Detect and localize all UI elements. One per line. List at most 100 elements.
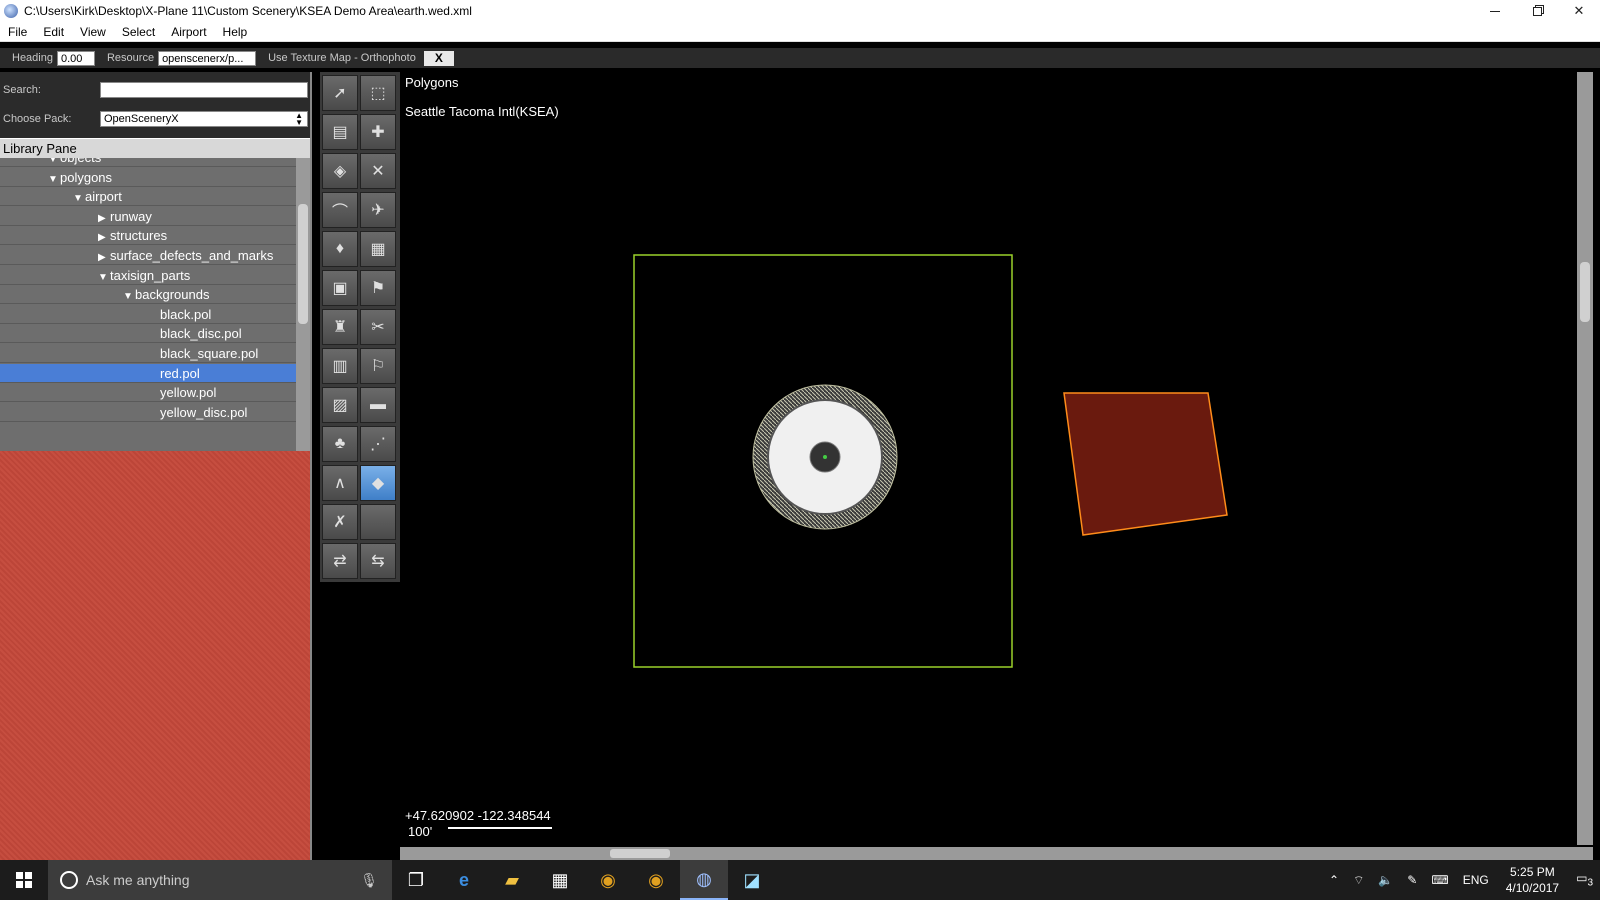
- taxilines-tool[interactable]: ✕: [360, 153, 396, 189]
- map-vscroll-thumb[interactable]: [1580, 262, 1590, 322]
- cursor-coords: +47.620902 -122.348544: [405, 808, 551, 823]
- texture-map-toggle[interactable]: X: [423, 50, 454, 66]
- atc-tool[interactable]: ⚐: [360, 348, 396, 384]
- select-arrows-icon: ▲ ▼: [295, 111, 303, 127]
- tower-tool[interactable]: ♜: [322, 309, 358, 345]
- tree-item[interactable]: ▶ surface_defects_and_marks: [0, 246, 296, 265]
- helipad-tool[interactable]: ✚: [360, 114, 396, 150]
- runway-tool[interactable]: ▤: [322, 114, 358, 150]
- chrome-icon-2[interactable]: ◉: [632, 860, 680, 900]
- tree-item-label: surface_defects_and_marks: [110, 248, 274, 263]
- tree-item[interactable]: ▼ taxisign_parts: [0, 265, 296, 287]
- tree-item[interactable]: ▼ polygons: [0, 167, 296, 189]
- expanded-arrow-icon[interactable]: ▼: [73, 189, 85, 208]
- vertex-tool[interactable]: ➚: [322, 75, 358, 111]
- expanded-arrow-icon[interactable]: ▼: [48, 170, 60, 189]
- heading-field[interactable]: 0.00: [56, 50, 95, 66]
- language-indicator[interactable]: ENG: [1456, 873, 1496, 887]
- microphone-icon[interactable]: 🎙: [360, 872, 378, 889]
- boundary-tool[interactable]: ⌒: [322, 192, 358, 228]
- expanded-arrow-icon[interactable]: ▼: [123, 287, 135, 306]
- map-vscroll[interactable]: [1577, 72, 1593, 845]
- object-tool[interactable]: ▣: [322, 270, 358, 306]
- notification-count: 3: [1587, 877, 1593, 889]
- marquee-tool[interactable]: ⬚: [360, 75, 396, 111]
- cortana-search[interactable]: Ask me anything 🎙: [48, 860, 392, 900]
- facade-tool[interactable]: ▥: [322, 348, 358, 384]
- menu-select[interactable]: Select: [114, 25, 163, 39]
- exclusion-tool[interactable]: ✗: [322, 504, 358, 540]
- tree-item[interactable]: ▼ backgrounds: [0, 285, 296, 306]
- tree-item[interactable]: ▶ runway: [0, 206, 296, 228]
- tree-tool[interactable]: ♣: [322, 426, 358, 462]
- minimize-button[interactable]: [1474, 0, 1516, 22]
- expanded-arrow-icon[interactable]: ▼: [98, 268, 110, 287]
- library-vscroll-thumb[interactable]: [298, 204, 308, 324]
- menu-bar: File Edit View Select Airport Help: [0, 22, 1600, 42]
- tree-item[interactable]: red.pol: [0, 363, 296, 383]
- tree-item[interactable]: black.pol: [0, 304, 296, 324]
- line-tool[interactable]: ⋰: [360, 426, 396, 462]
- edge-icon[interactable]: e: [440, 860, 488, 900]
- menu-help[interactable]: Help: [215, 25, 256, 39]
- menu-view[interactable]: View: [72, 25, 114, 39]
- tree-item[interactable]: yellow.pol: [0, 383, 296, 403]
- taxiway-tool[interactable]: ◈: [322, 153, 358, 189]
- resource-field[interactable]: openscenerx/p...: [158, 50, 257, 66]
- light-tool[interactable]: ♦: [322, 231, 358, 267]
- sign-icon: ▦: [370, 241, 386, 258]
- tree-item[interactable]: ▶ structures: [0, 226, 296, 247]
- map-hscroll-thumb[interactable]: [610, 849, 670, 858]
- tree-item[interactable]: black_square.pol: [0, 344, 296, 363]
- route-tool[interactable]: ⇄: [322, 543, 358, 579]
- menu-edit[interactable]: Edit: [35, 25, 72, 39]
- keyboard-icon[interactable]: ⌨: [1424, 873, 1455, 887]
- file-explorer-icon[interactable]: ▰: [488, 860, 536, 900]
- tree-item[interactable]: ▼ airport: [0, 187, 296, 208]
- truck-tool[interactable]: ✂: [360, 309, 396, 345]
- menu-airport[interactable]: Airport: [163, 25, 214, 39]
- wed-app-icon[interactable]: ◍: [680, 860, 728, 900]
- collapsed-arrow-icon[interactable]: ▶: [98, 248, 110, 267]
- store-icon[interactable]: ▦: [536, 860, 584, 900]
- helipad-object[interactable]: [752, 384, 898, 530]
- draped-polygon-red[interactable]: [1063, 392, 1228, 536]
- close-button[interactable]: ✕: [1558, 0, 1600, 22]
- start-button[interactable]: [0, 860, 48, 900]
- menu-file[interactable]: File: [0, 25, 35, 39]
- network-icon[interactable]: ⌔: [1346, 873, 1371, 888]
- chrome-icon[interactable]: ◉: [584, 860, 632, 900]
- pen-icon[interactable]: ✎: [1400, 873, 1424, 887]
- blank-tool[interactable]: [360, 504, 396, 540]
- task-view-icon[interactable]: ❐: [392, 860, 440, 900]
- notifications-icon[interactable]: ▭3: [1569, 871, 1600, 888]
- ramp-start-tool[interactable]: ✈: [360, 192, 396, 228]
- sign-tool[interactable]: ▦: [360, 231, 396, 267]
- map-hscroll[interactable]: [400, 847, 1593, 860]
- map-canvas[interactable]: [400, 72, 1575, 845]
- cortana-icon: [60, 871, 78, 889]
- draped-polygon-tool[interactable]: ◆: [360, 465, 396, 501]
- library-vscroll[interactable]: [296, 158, 310, 498]
- close-icon: ✕: [1573, 3, 1585, 18]
- notes-app-icon[interactable]: ◪: [728, 860, 776, 900]
- polygon-tool[interactable]: ∧: [322, 465, 358, 501]
- tree-item-label: black_square.pol: [160, 346, 259, 361]
- windsock-tool[interactable]: ⚑: [360, 270, 396, 306]
- map-view[interactable]: Polygons Seattle Tacoma Intl(KSEA) +47.6…: [400, 72, 1575, 845]
- search-input[interactable]: [100, 82, 308, 98]
- collapsed-arrow-icon[interactable]: ▶: [98, 228, 110, 247]
- route-edge-tool[interactable]: ⇆: [360, 543, 396, 579]
- maximize-button[interactable]: [1516, 0, 1558, 22]
- exclusion-icon: ✗: [333, 514, 347, 531]
- collapsed-arrow-icon[interactable]: ▶: [98, 209, 110, 228]
- tray-chevron-icon[interactable]: ⌃: [1322, 873, 1346, 887]
- clock[interactable]: 5:25 PM 4/10/2017: [1496, 864, 1569, 896]
- tree-item[interactable]: yellow_disc.pol: [0, 402, 296, 422]
- tree-item[interactable]: black_disc.pol: [0, 324, 296, 344]
- tree-item[interactable]: ▼objects: [0, 158, 296, 167]
- forest-tool[interactable]: ▨: [322, 387, 358, 423]
- pack-select[interactable]: OpenSceneryX ▲ ▼: [100, 111, 308, 127]
- string-tool[interactable]: ▬: [360, 387, 396, 423]
- volume-icon[interactable]: 🔈: [1371, 873, 1400, 887]
